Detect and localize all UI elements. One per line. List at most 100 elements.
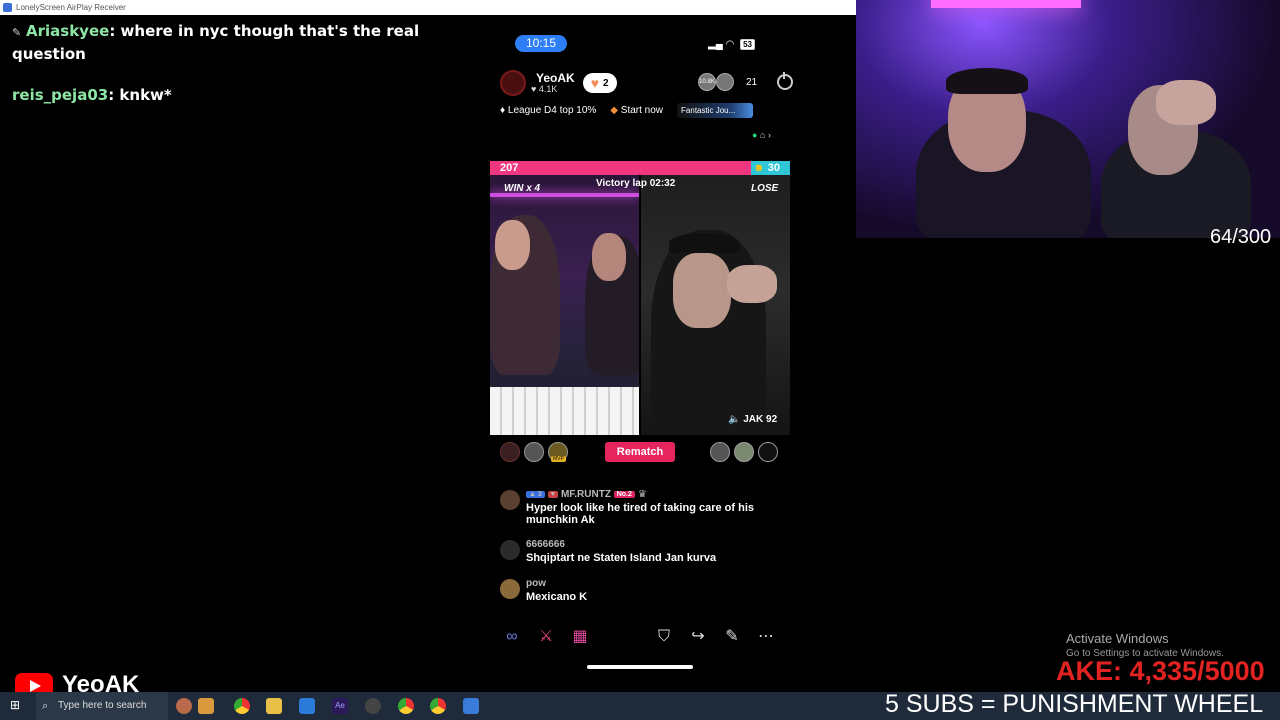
search-icon: ⌕ <box>42 700 49 712</box>
league-chip[interactable]: ♦ League D4 top 10% <box>500 105 596 116</box>
opponent-supporter-avatar[interactable] <box>734 442 754 462</box>
start-icon[interactable]: ⊞ <box>10 698 26 714</box>
score-left-bar: 207 <box>490 161 751 175</box>
versus-icon[interactable]: ⚔ <box>534 625 558 649</box>
comment-username-row: ▲ 3 ♥ MF.RUNTZ No.2 ♛ <box>526 489 647 500</box>
host-info[interactable]: YeoAK ♥ 4.1K ♥ 2 <box>500 70 617 96</box>
sub-counter: 64/300 <box>1210 226 1272 248</box>
score-right: 30 <box>767 162 780 174</box>
face-right <box>592 233 626 281</box>
file-explorer-icon[interactable] <box>266 698 282 714</box>
game-icon[interactable] <box>176 698 192 714</box>
home-indicator[interactable] <box>587 665 693 669</box>
diamond-icon: ♦ <box>500 105 506 116</box>
follow-heart-button[interactable]: ♥ 2 <box>582 73 617 93</box>
chat-message: reis_peja03: knkw* <box>12 84 172 107</box>
streamer-hair <box>946 68 1028 94</box>
webcam-feed <box>856 0 1280 238</box>
magic-wand-icon[interactable]: ✎ <box>720 625 744 649</box>
apps-icon[interactable]: ▦ <box>568 625 592 649</box>
fire-icon: ◆ <box>610 105 618 116</box>
heart-small-icon: ♥ <box>531 84 537 94</box>
viewer-avatar[interactable]: 10.8K <box>698 73 716 91</box>
opponent-hand <box>727 265 777 303</box>
status-icons: ▂▄ ◠ 53 <box>708 39 755 50</box>
link-icon[interactable]: ∞ <box>500 625 524 649</box>
taskbar-search[interactable]: ⌕ Type here to search <box>36 692 168 720</box>
viewer-list[interactable]: 10.8K 21 <box>698 72 794 91</box>
battle-score-bar: 207 ☻ 30 <box>490 161 790 175</box>
host-likes-count: 4.1K <box>538 84 558 94</box>
app-icon <box>3 3 12 12</box>
phone-screen: 10:15 ▂▄ ◠ 53 YeoAK ♥ 4.1K ♥ 2 10.8K 21 … <box>490 15 794 680</box>
rematch-button[interactable]: Rematch <box>605 442 675 462</box>
comment-username[interactable]: MF.RUNTZ <box>561 489 611 500</box>
sunglasses-icon: ☻ <box>753 162 765 174</box>
receiver-title-bar: LonelyScreen AirPlay Receiver <box>0 0 856 15</box>
home-icon[interactable]: ⌂ <box>760 130 765 140</box>
comment-avatar[interactable] <box>500 579 520 599</box>
chip-extras: ● ⌂ › <box>752 130 771 140</box>
chevron-right-icon[interactable]: › <box>768 130 771 140</box>
share-icon[interactable]: ↪ <box>686 625 710 649</box>
chrome-icon[interactable] <box>398 698 414 714</box>
comment-username[interactable]: pow <box>526 578 546 589</box>
crown-icon: ♛ <box>637 489 647 500</box>
info-chips: ♦ League D4 top 10% ◆ Start now Fantasti… <box>500 103 754 118</box>
viewer-count: 21 <box>746 76 758 88</box>
airplay-receiver-icon[interactable] <box>463 698 479 714</box>
opponent-tag: 🔈 JAK 92 <box>728 414 777 425</box>
face-left <box>495 220 530 270</box>
tools-icon[interactable] <box>198 698 214 714</box>
opponent-cap <box>669 233 739 253</box>
score-left: 207 <box>500 162 519 174</box>
host-avatar[interactable] <box>500 70 526 96</box>
led-light <box>931 0 1081 8</box>
store-icon[interactable] <box>299 698 315 714</box>
opponent-supporter-avatar[interactable] <box>758 442 778 462</box>
chrome-icon[interactable] <box>234 698 250 714</box>
punishment-wheel-text: 5 SUBS = PUNISHMENT WHEEL <box>885 690 1264 718</box>
opponent-name: JAK 92 <box>743 414 778 425</box>
win-label: WIN x 4 <box>504 183 541 194</box>
victory-timer: Victory lap 02:32 <box>596 178 676 189</box>
battle-footer: MVP Rematch <box>490 439 790 465</box>
after-effects-icon[interactable]: Ae <box>332 698 348 714</box>
comment-avatar[interactable] <box>500 490 520 510</box>
power-icon[interactable] <box>777 72 794 90</box>
host-video[interactable] <box>490 175 639 435</box>
activate-windows-title: Activate Windows <box>1066 631 1169 646</box>
shop-bag-icon[interactable]: ⛉ <box>652 625 676 649</box>
chat-username: Ariaskyee <box>26 22 110 40</box>
more-icon[interactable]: ⋯ <box>754 625 778 649</box>
opponent-supporter-avatar[interactable] <box>710 442 730 462</box>
wifi-icon: ◠ <box>725 39 735 50</box>
host-name: YeoAK <box>536 71 575 85</box>
chrome-icon[interactable] <box>430 698 446 714</box>
viewer-avatar[interactable] <box>716 73 734 91</box>
level-badge: ▲ 3 <box>526 490 545 498</box>
speaker-icon: 🔈 <box>728 414 741 425</box>
lose-label: LOSE <box>751 183 779 194</box>
fantastic-chip[interactable]: Fantastic Jou... <box>677 103 754 118</box>
mvp-badge: MVP <box>551 456 566 462</box>
opponent-video[interactable] <box>641 175 790 435</box>
chat-message: ✎ Ariaskyee: where in nyc though that's t… <box>12 20 432 66</box>
start-chip[interactable]: ◆ Start now <box>610 105 663 116</box>
gift-box-icon[interactable] <box>500 442 520 462</box>
league-label: League D4 top 10% <box>507 105 597 116</box>
comment-avatar[interactable] <box>500 540 520 560</box>
comment-text: Mexicano K <box>526 591 588 603</box>
start-label: Start now <box>620 105 664 116</box>
comment-text: Hyper look like he tired of taking care … <box>526 502 755 526</box>
status-time: 10:15 <box>515 35 567 52</box>
supporter-avatar[interactable] <box>524 442 544 462</box>
signal-icon: ▂▄ <box>708 39 723 50</box>
heart-icon: ♥ <box>590 75 599 91</box>
opponent-face <box>673 253 731 328</box>
comment-username[interactable]: 6666666 <box>526 539 565 550</box>
chat-username: reis_peja03 <box>12 86 109 104</box>
live-toolbar: ∞ ⚔ ▦ ⛉ ↪ ✎ ⋯ <box>500 625 780 649</box>
heart-count: 2 <box>603 77 609 89</box>
obs-icon[interactable] <box>365 698 381 714</box>
